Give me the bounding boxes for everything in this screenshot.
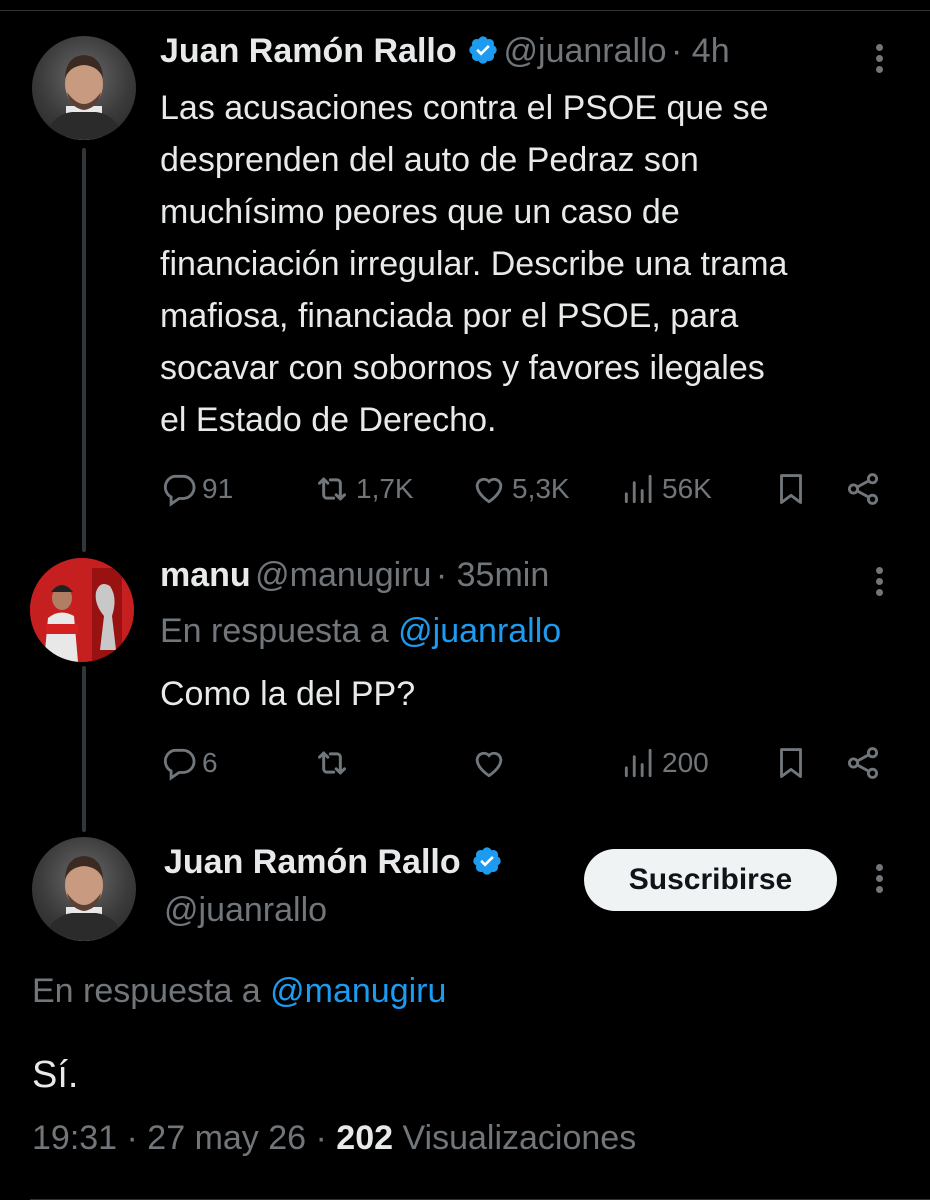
like-count: 5,3K (512, 473, 570, 504)
tweet1-line: Las acusaciones contra el PSOE que se (160, 89, 769, 127)
tweet1-line: mafiosa, financiada por el PSOE, para (160, 297, 739, 335)
reply-context-mention[interactable]: @manugiru (270, 972, 446, 1010)
like-icon (475, 751, 503, 778)
tweet3-reply-context: En respuesta a @manugiru (32, 972, 446, 1011)
reply-icon (163, 748, 196, 781)
tweet2-reply-context: En respuesta a @juanrallo (160, 612, 561, 651)
bookmark-button[interactable] (772, 743, 810, 783)
share-icon (847, 747, 879, 779)
tweet1-handle[interactable]: @juanrallo (504, 32, 667, 70)
avatar-photo (30, 558, 134, 662)
tweet1-line: muchísimo peores que un caso de (160, 193, 680, 231)
tweet1-line: el Estado de Derecho. (160, 401, 497, 439)
tweet3-text: Sí. (32, 1054, 79, 1096)
like-icon (475, 477, 503, 504)
tweet1-time[interactable]: · 4h (671, 32, 730, 70)
views-icon (624, 748, 652, 778)
verified-badge-icon (467, 34, 499, 71)
tweet2-header: manu @manugiru · 35min (160, 556, 549, 595)
tweet3-view-count: 202 (336, 1119, 394, 1157)
tweet1-header: Juan Ramón Rallo @juanrallo · 4h (160, 32, 730, 71)
tweet2-text: Como la del PP? (160, 675, 416, 713)
tweet1-author-name[interactable]: Juan Ramón Rallo (160, 32, 457, 70)
verified-badge-icon (471, 845, 503, 882)
tweet3-meta: 19:31 · 27 may 26 · 202 Visualizaciones (32, 1119, 636, 1158)
tweet1-line: desprenden del auto de Pedraz son (160, 141, 699, 179)
bookmark-icon (780, 474, 802, 504)
retweet-count: 1,7K (356, 473, 414, 504)
view-count: 200 (662, 747, 709, 778)
tweet3-views-label: Visualizaciones (402, 1119, 637, 1157)
tweet2-actions: 6 200 (160, 743, 890, 783)
thread-line (82, 666, 86, 832)
more-icon[interactable] (869, 40, 889, 80)
tweet2-author-name[interactable]: manu (160, 556, 251, 594)
reply-count: 91 (202, 473, 234, 504)
reply-count: 6 (202, 747, 218, 778)
retweet-button[interactable]: 1,7K (312, 469, 414, 509)
tweet2-handle[interactable]: @manugiru (255, 556, 431, 594)
tweet1-actions: 91 1,7K 5,3K 56K (160, 469, 890, 509)
avatar[interactable] (32, 837, 136, 941)
reply-context-mention[interactable]: @juanrallo (398, 612, 561, 650)
tweet1-line: financiación irregular. Describe una tra… (160, 245, 788, 283)
avatar-portrait (42, 55, 126, 140)
tweet3-handle[interactable]: @juanrallo (164, 891, 327, 930)
tweet3-name-row: Juan Ramón Rallo (164, 843, 503, 882)
reply-context-prefix: En respuesta a (32, 972, 261, 1010)
bookmark-button[interactable] (772, 469, 810, 509)
reply-button[interactable]: 6 (160, 743, 218, 783)
like-button[interactable] (470, 743, 508, 783)
more-icon[interactable] (869, 563, 889, 603)
share-button[interactable] (844, 743, 882, 783)
avatar[interactable] (32, 36, 136, 140)
top-divider (0, 10, 930, 11)
reply-button[interactable]: 91 (160, 469, 233, 509)
avatar-portrait (42, 856, 126, 941)
subscribe-button[interactable]: Suscribirse (584, 849, 837, 911)
like-button[interactable]: 5,3K (470, 469, 570, 509)
more-icon[interactable] (869, 860, 889, 900)
views-icon (624, 474, 652, 504)
views-button[interactable]: 56K (620, 469, 712, 509)
tweet2-time[interactable]: · 35min (436, 556, 549, 594)
share-icon (847, 473, 879, 505)
thread-line (82, 148, 86, 552)
tweet1-line: socavar con sobornos y favores ilegales (160, 349, 765, 387)
views-button[interactable]: 200 (620, 743, 709, 783)
retweet-icon (318, 751, 346, 775)
retweet-button[interactable] (312, 743, 352, 783)
tweet3-timestamp[interactable]: 19:31 · 27 may 26 · (32, 1119, 327, 1157)
tweet3-author-name[interactable]: Juan Ramón Rallo (164, 843, 461, 881)
avatar[interactable] (30, 558, 134, 662)
tweet1-text: Las acusaciones contra el PSOE que se de… (160, 82, 920, 446)
view-count: 56K (662, 473, 712, 504)
retweet-icon (318, 477, 346, 501)
reply-icon (163, 474, 196, 507)
bookmark-icon (780, 748, 802, 778)
share-button[interactable] (844, 469, 882, 509)
reply-context-prefix: En respuesta a (160, 612, 389, 650)
